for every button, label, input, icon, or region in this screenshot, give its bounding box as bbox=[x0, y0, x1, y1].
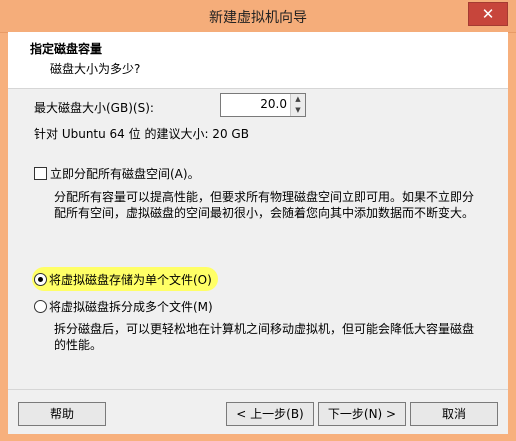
close-button[interactable]: ✕ bbox=[468, 2, 508, 26]
spinner-buttons: ▲ ▼ bbox=[290, 94, 305, 116]
allocate-all-label[interactable]: 立即分配所有磁盘空间(A)。 bbox=[50, 165, 200, 182]
wizard-header: 指定磁盘容量 磁盘大小为多少? bbox=[8, 32, 508, 89]
back-button[interactable]: < 上一步(B) bbox=[226, 402, 314, 426]
wizard-footer: 帮助 < 上一步(B) 下一步(N) > 取消 bbox=[8, 389, 508, 434]
max-disk-size-label: 最大磁盘大小(GB)(S): bbox=[34, 101, 154, 115]
wizard-content: 最大磁盘大小(GB)(S): 20.0 ▲ ▼ 针对 Ubuntu 64 位 的… bbox=[8, 89, 508, 389]
cancel-button[interactable]: 取消 bbox=[410, 402, 498, 426]
single-file-radio[interactable] bbox=[34, 273, 47, 286]
multi-file-description: 拆分磁盘后，可以更轻松地在计算机之间移动虚拟机，但可能会降低大容量磁盘的性能。 bbox=[54, 322, 475, 352]
window-title: 新建虚拟机向导 bbox=[209, 10, 307, 26]
spinner-down-icon[interactable]: ▼ bbox=[291, 105, 305, 116]
recommended-size-text: 针对 Ubuntu 64 位 的建议大小: 20 GB bbox=[34, 127, 249, 141]
new-vm-wizard-window: 新建虚拟机向导 ✕ 指定磁盘容量 磁盘大小为多少? 最大磁盘大小(GB)(S):… bbox=[0, 0, 516, 441]
help-button[interactable]: 帮助 bbox=[18, 402, 106, 426]
allocate-all-checkbox[interactable] bbox=[34, 167, 47, 180]
multi-file-radio[interactable] bbox=[34, 300, 47, 313]
page-title: 指定磁盘容量 bbox=[30, 42, 103, 56]
allocate-description: 分配所有容量可以提高性能，但要求所有物理磁盘空间立即可用。如果不立即分配所有空间… bbox=[54, 190, 475, 220]
title-bar: 新建虚拟机向导 ✕ bbox=[0, 0, 516, 33]
radio-selected-dot bbox=[38, 277, 43, 282]
page-subtitle: 磁盘大小为多少? bbox=[50, 62, 141, 76]
next-button[interactable]: 下一步(N) > bbox=[318, 402, 406, 426]
max-disk-size-value[interactable]: 20.0 bbox=[260, 97, 287, 111]
single-file-label[interactable]: 将虚拟磁盘存储为单个文件(O) bbox=[49, 271, 212, 288]
multi-file-label[interactable]: 将虚拟磁盘拆分成多个文件(M) bbox=[49, 298, 213, 315]
max-disk-size-spinner[interactable]: 20.0 ▲ ▼ bbox=[220, 93, 306, 117]
